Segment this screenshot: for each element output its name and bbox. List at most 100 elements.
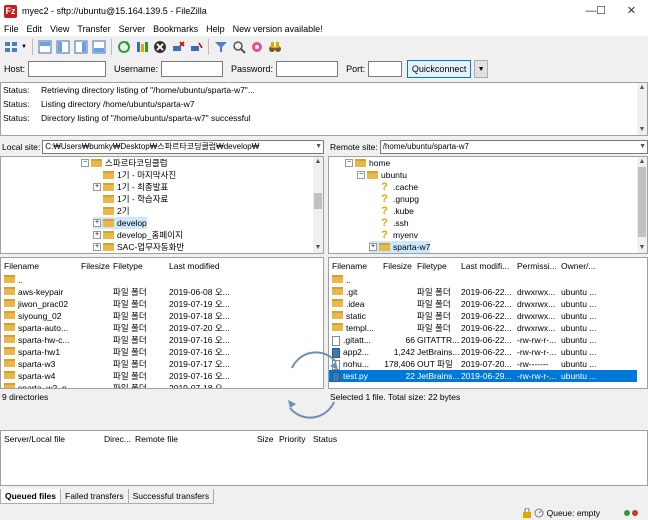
table-row[interactable]: jiwon_prac02 파일 폴더 2019-07-19 오...	[1, 298, 313, 310]
table-row[interactable]: ..	[1, 274, 313, 286]
site-manager-icon[interactable]	[2, 39, 19, 56]
port-input[interactable]	[368, 61, 403, 77]
table-row[interactable]: sparta-hw1 파일 폴더 2019-07-16 오...	[1, 346, 313, 358]
menu-server[interactable]: Server	[115, 24, 150, 34]
column-header-permissions[interactable]: Permissi...	[517, 258, 557, 274]
column-header-filename[interactable]: Filename	[4, 258, 39, 274]
tab-failed-transfers[interactable]: Failed transfers	[60, 489, 129, 504]
queue-header-direction[interactable]: Direc...	[104, 431, 131, 447]
tree-node[interactable]: +1기 - 최종발표	[93, 181, 168, 193]
tree-node[interactable]: − 스파르타코딩클럽	[81, 157, 168, 169]
tab-queued-files[interactable]: Queued files	[0, 489, 62, 504]
toggle-local-tree-icon[interactable]	[54, 39, 71, 56]
quickconnect-dropdown-button[interactable]: ▼	[474, 60, 489, 78]
queue-header-priority[interactable]: Priority	[279, 431, 305, 447]
reconnect-icon[interactable]	[187, 39, 204, 56]
scroll-down-icon[interactable]: ▼	[637, 243, 647, 253]
tree-node[interactable]: ? .gnupg	[379, 193, 419, 205]
tree-node[interactable]: ? myenv	[379, 229, 418, 241]
table-row[interactable]: nohu... 178,406 OUT 파일 2019-07-20... -rw----…	[329, 358, 637, 370]
message-log[interactable]: Status: Retrieving directory listing of "…	[0, 82, 648, 136]
menu-transfer[interactable]: Transfer	[73, 24, 114, 34]
menu-new-version[interactable]: New version available!	[229, 24, 327, 34]
tree-node[interactable]: ? .ssh	[379, 217, 408, 229]
queue-header-size[interactable]: Size	[257, 431, 274, 447]
remote-file-list[interactable]: Filename Filesize Filetype Last modifi..…	[328, 257, 648, 389]
queue-header-local-file[interactable]: Server/Local file	[4, 431, 65, 447]
table-row[interactable]: .idea 파일 폴더 2019-06-22... drwxrwx... ubuntu …	[329, 298, 637, 310]
table-row[interactable]: static 파일 폴더 2019-06-22... drwxrwx... ubuntu…	[329, 310, 637, 322]
queue-header-status[interactable]: Status	[313, 431, 337, 447]
expand-toggle[interactable]: +	[369, 243, 377, 251]
tree-node[interactable]: ? .cache	[379, 181, 418, 193]
table-row[interactable]: templ... 파일 폴더 2019-06-22... drwxrwx... ubun…	[329, 322, 637, 334]
tree-node-selected[interactable]: + sparta-w7	[369, 241, 431, 253]
tree-node-selected[interactable]: + develop	[93, 217, 147, 229]
tree-node[interactable]: − ubuntu	[357, 169, 407, 181]
toggle-remote-tree-icon[interactable]	[72, 39, 89, 56]
scroll-down-icon[interactable]: ▼	[637, 125, 647, 135]
queue-header-remote-file[interactable]: Remote file	[135, 431, 178, 447]
sync-browse-icon[interactable]	[248, 39, 265, 56]
column-header-filesize[interactable]: Filesize	[383, 258, 412, 274]
remote-site-path-input[interactable]: /home/ubuntu/sparta-w7 ▼	[379, 140, 648, 154]
table-row[interactable]: siyoung_02 파일 폴더 2019-07-18 오...	[1, 310, 313, 322]
expand-toggle[interactable]: +	[93, 243, 101, 251]
expand-toggle[interactable]: −	[345, 159, 353, 167]
menu-help[interactable]: Help	[202, 24, 229, 34]
tree-node[interactable]: 2기	[103, 205, 130, 217]
column-header-last-modified[interactable]: Last modified	[169, 258, 220, 274]
host-input[interactable]	[28, 61, 107, 77]
expand-toggle[interactable]: +	[93, 183, 101, 191]
scroll-up-icon[interactable]: ▲	[637, 157, 647, 167]
table-row[interactable]: .gitatt... 66 GITATTR... 2019-06-22... -rw-r…	[329, 334, 637, 346]
expand-toggle[interactable]: +	[93, 231, 101, 239]
table-row[interactable]: sparta_w2_p... 파일 폴더 2019-07-18 오...	[1, 382, 313, 388]
table-row[interactable]: ..	[329, 274, 637, 286]
expand-toggle[interactable]: −	[81, 159, 89, 167]
tree-node[interactable]: + develop_홈페이지	[93, 229, 183, 241]
table-row[interactable]: sparta-hw-c... 파일 폴더 2019-07-16 오...	[1, 334, 313, 346]
maximize-button[interactable]: ☐	[583, 0, 619, 22]
password-input[interactable]	[276, 61, 339, 77]
menu-edit[interactable]: Edit	[23, 24, 47, 34]
column-header-filesize[interactable]: Filesize	[81, 258, 110, 274]
menu-file[interactable]: File	[0, 24, 23, 34]
tree-node[interactable]: 1기 - 학습자료	[103, 193, 168, 205]
transfer-queue[interactable]: Server/Local file Direc... Remote file S…	[0, 430, 648, 486]
toggle-log-icon[interactable]	[36, 39, 53, 56]
remote-directory-tree[interactable]: − home − ubuntu ? .cache ? .gnupg ? .kube ? .s…	[328, 156, 648, 254]
column-header-filetype[interactable]: Filetype	[113, 258, 143, 274]
local-site-path-input[interactable]: C:₩Users₩bumky₩Desktop₩스파르타코딩클럽₩develop₩…	[42, 140, 324, 154]
disconnect-icon[interactable]	[169, 39, 186, 56]
binoculars-icon[interactable]	[266, 39, 283, 56]
quickconnect-button[interactable]: Quickconnect	[407, 60, 472, 78]
process-queue-icon[interactable]	[133, 39, 150, 56]
refresh-icon[interactable]	[115, 39, 132, 56]
column-header-last-modified[interactable]: Last modifi...	[461, 258, 509, 274]
column-header-filetype[interactable]: Filetype	[417, 258, 447, 274]
scroll-up-icon[interactable]: ▲	[313, 157, 323, 167]
tree-node[interactable]: − home	[345, 157, 390, 169]
table-row-selected[interactable]: test.py 22 JetBrains... 2019-06-29... -rw-rw…	[329, 370, 637, 382]
tree-node[interactable]: 1기 - 마지막사진	[103, 169, 176, 181]
tree-node[interactable]: ? .kube	[379, 205, 414, 217]
toggle-queue-icon[interactable]	[90, 39, 107, 56]
expand-toggle[interactable]: −	[357, 171, 365, 179]
close-button[interactable]: ✕	[615, 0, 648, 22]
chevron-down-icon[interactable]: ▼	[20, 39, 28, 56]
username-input[interactable]	[161, 61, 224, 77]
table-row[interactable]: .git 파일 폴더 2019-06-22... drwxrwx... ubuntu .…	[329, 286, 637, 298]
local-directory-tree[interactable]: − 스파르타코딩클럽 1기 - 마지막사진 +1기 - 최종발표 1기 - 학습자…	[0, 156, 324, 254]
table-row[interactable]: sparta-w3 파일 폴더 2019-07-17 오...	[1, 358, 313, 370]
chevron-down-icon[interactable]: ▼	[639, 141, 646, 153]
chevron-down-icon[interactable]: ▼	[315, 141, 322, 153]
filter-icon[interactable]	[212, 39, 229, 56]
column-header-owner[interactable]: Owner/...	[561, 258, 595, 274]
scroll-thumb[interactable]	[314, 193, 322, 209]
search-icon[interactable]	[230, 39, 247, 56]
scroll-down-icon[interactable]: ▼	[313, 243, 323, 253]
column-header-filename[interactable]: Filename	[332, 258, 367, 274]
table-row[interactable]: sparta-w4 파일 폴더 2019-07-16 오...	[1, 370, 313, 382]
remote-tree-scrollbar[interactable]: ▲ ▼	[637, 157, 647, 253]
